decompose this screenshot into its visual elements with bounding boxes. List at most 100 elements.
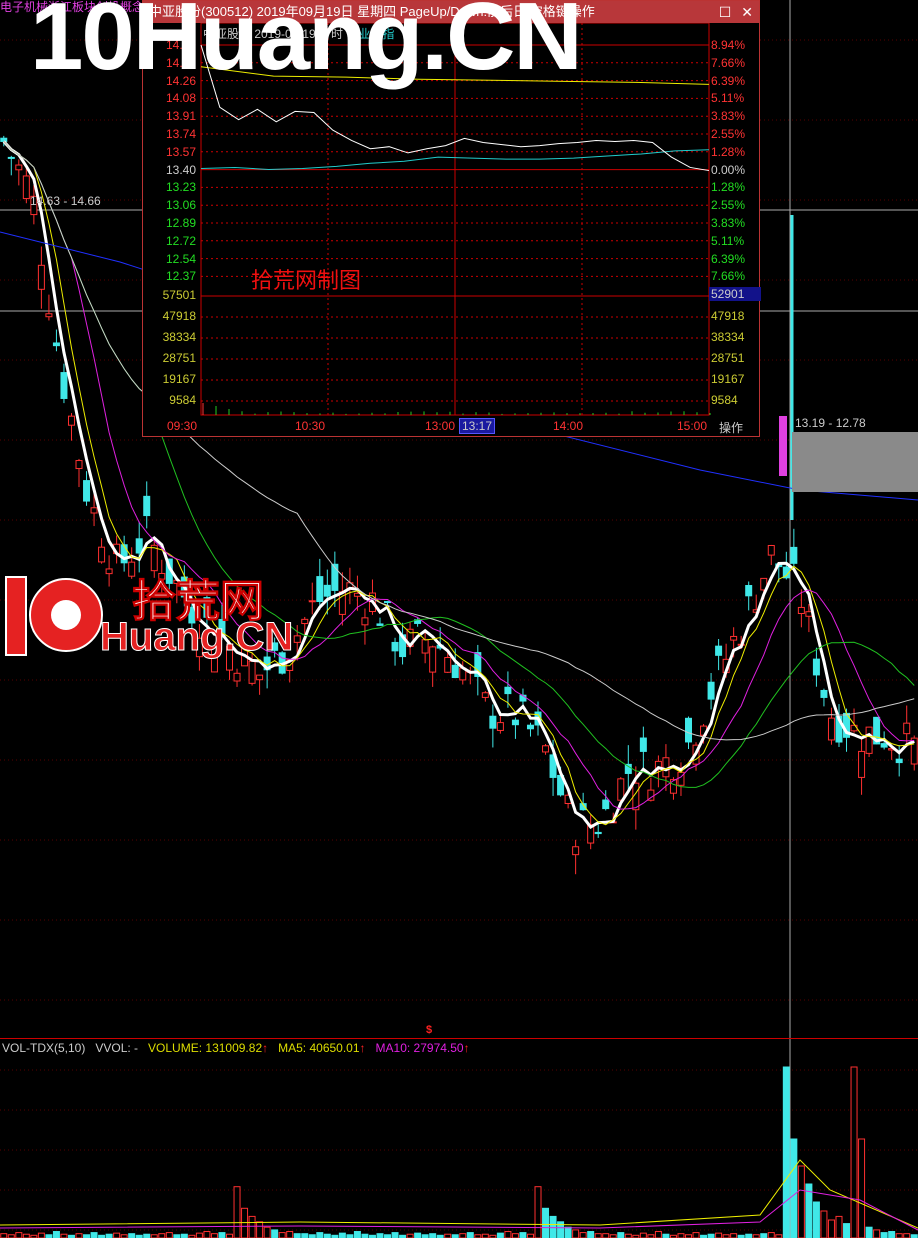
candle-body [716,646,722,655]
candle-body [904,723,910,733]
volume-label: 47918 [143,309,196,323]
volume-cursor-value: 52901 [709,287,761,301]
candle-body [46,314,52,317]
volume-bar [512,1234,518,1238]
candle-body [324,585,330,596]
price-label: 12.89 [143,216,196,230]
pct-label: 0.00% [711,163,745,177]
volume-bar [663,1234,669,1238]
price-label: 12.72 [143,234,196,248]
candle-body [144,496,150,515]
candle-body [746,586,752,596]
volume-bar [904,1234,910,1238]
volume-bar [302,1234,308,1238]
volume-bar [257,1222,263,1238]
candle-body [61,373,67,399]
volume-bar [655,1232,661,1238]
volume-bar [324,1234,330,1238]
volume-bar [527,1234,533,1238]
volume-value: VOLUME: 131009.82 [148,1041,262,1055]
price-label: 13.91 [143,109,196,123]
volume-bar [242,1208,248,1238]
volume-bar [761,1234,767,1238]
volume-bar [362,1234,368,1238]
candle-body [791,547,797,563]
volume-bar [844,1224,850,1238]
pct-label: 1.28% [711,180,745,194]
volume-bar [603,1234,609,1238]
candle-body [813,659,819,675]
volume-bar [828,1220,834,1238]
candle-body [8,157,14,158]
volume-bar [204,1232,210,1238]
volume-bar [482,1234,488,1238]
ma10-value: MA10: 27974.50 [376,1041,464,1055]
price-range-label: 13.19 - 12.78 [795,416,866,430]
candle-body [573,847,579,855]
volume-label: 38334 [143,330,196,344]
volume-bar [821,1211,827,1238]
intraday-popup-window[interactable]: 中亚股份(300512) 2019年09月19日 星期四 PageUp/Down… [142,0,760,437]
up-arrow-icon: ↑ [262,1041,268,1055]
volume-bar [211,1234,217,1238]
pct-label: 7.66% [711,56,745,70]
candle-body [385,602,391,603]
volume-bar [813,1202,819,1238]
volume-label: 28751 [143,351,196,365]
time-label: 13:00 [425,419,455,433]
candle-body [362,618,368,625]
time-label: 14:00 [553,419,583,433]
volume-bar [159,1234,165,1238]
candle-body [497,723,503,731]
vol-ma5-line [0,1160,918,1228]
indicator-name[interactable]: VOL-TDX(5,10) [2,1041,85,1055]
up-arrow-icon: ↑ [360,1041,366,1055]
volume-bar [354,1232,360,1238]
operate-button[interactable]: 操作 [719,419,743,436]
volume-bar [61,1234,67,1238]
volume-bar [731,1234,737,1238]
volume-bar [708,1234,714,1238]
time-label: 10:30 [295,419,325,433]
volume-label: 19167 [711,372,744,386]
candle-body [828,718,834,740]
volume-label: 9584 [711,393,738,407]
volume-bar [38,1233,44,1238]
volume-bar [896,1234,902,1238]
volume-label: 28751 [711,351,744,365]
volume-bar [588,1232,594,1238]
volume-label: 9584 [143,393,196,407]
candle-body [1,138,7,141]
popup-title-bar[interactable]: 中亚股份(300512) 2019年09月19日 星期四 PageUp/Down… [143,1,759,23]
maximize-icon[interactable]: ☐ [719,1,732,23]
candle-body [309,601,315,602]
volume-bar [339,1233,345,1238]
intraday-chart[interactable] [143,23,759,437]
volume-bar [851,1067,857,1238]
candle-body [512,720,518,725]
volume-bar [445,1234,451,1238]
subtitle-text: 中亚股份 2019-09-19 分时 [203,27,343,41]
volume-bar [693,1233,699,1238]
candle-body [686,718,692,742]
volume-bar [227,1234,233,1238]
candle-body [859,751,865,777]
candle-body [76,461,82,469]
volume-bar [505,1232,511,1238]
candle-body [53,343,59,346]
volume-bar [23,1234,29,1238]
volume-bar [678,1234,684,1238]
volume-bar [467,1233,473,1238]
pct-label: 2.55% [711,127,745,141]
volume-bar [415,1233,421,1238]
candle-body [806,612,812,617]
close-icon[interactable]: ✕ [741,1,753,23]
time-label: 15:00 [677,419,707,433]
popup-title: 中亚股份(300512) 2019年09月19日 星期四 PageUp/Down… [149,4,595,19]
price-label: 13.06 [143,198,196,212]
price-label: 13.40 [143,163,196,177]
price-label: 13.57 [143,145,196,159]
volume-bar [264,1227,270,1238]
index-link[interactable]: 创业板指 [346,27,394,41]
volume-indicator-bar: VOL-TDX(5,10) VVOL: - VOLUME: 131009.82↑… [0,1038,918,1056]
